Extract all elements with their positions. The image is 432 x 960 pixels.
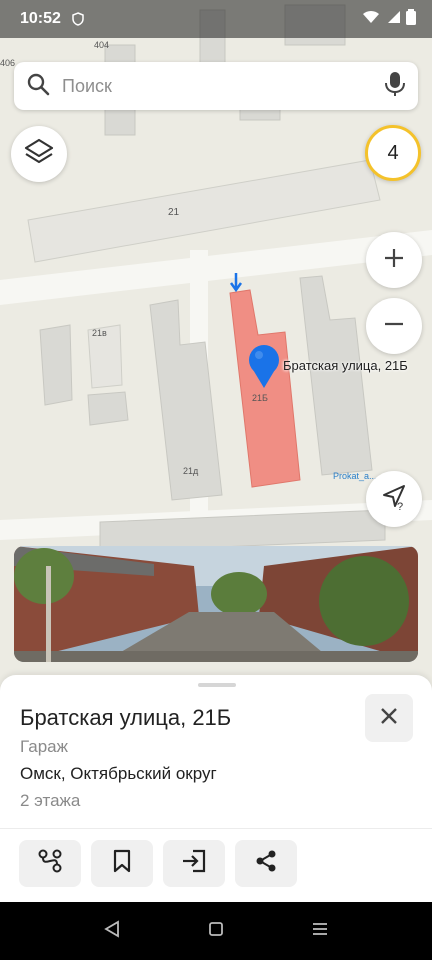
place-card: Братская улица, 21Б Гараж Омск, Октябрьс… (0, 675, 432, 902)
place-address: Омск, Октябрьский округ (20, 764, 217, 783)
route-icon (37, 848, 63, 879)
status-time: 10:52 (20, 10, 61, 27)
map-label-21v: 21в (92, 328, 107, 338)
battery-icon (406, 8, 416, 30)
plus-icon (383, 247, 405, 274)
system-nav-bar (0, 902, 432, 960)
zoom-out-button[interactable] (366, 298, 422, 354)
layers-button[interactable] (11, 126, 67, 182)
navigation-arrow-icon: ? (380, 483, 408, 516)
wifi-icon (362, 10, 380, 29)
map-label-406: 406 (0, 58, 16, 68)
layers-icon (24, 138, 54, 171)
shield-icon (71, 12, 85, 26)
search-input[interactable]: Поиск (62, 76, 384, 97)
minus-icon (383, 313, 405, 340)
svg-text:?: ? (397, 501, 403, 511)
map-label-404: 404 (94, 40, 110, 50)
bookmark-icon (112, 849, 132, 878)
map-label-21d: 21д (183, 466, 199, 476)
route-button[interactable] (19, 840, 81, 887)
pin-label: Братская улица, 21Б (283, 358, 408, 373)
map-poi-prokat[interactable]: Prokat_a... (333, 471, 377, 481)
share-button[interactable] (235, 840, 297, 887)
close-button[interactable] (365, 694, 413, 742)
close-icon (380, 707, 398, 730)
search-bar[interactable]: Поиск (14, 62, 418, 110)
sheet-grabber[interactable] (198, 683, 236, 687)
place-floors: 2 этажа (20, 791, 81, 810)
divider (0, 828, 432, 829)
street-photo-image (14, 546, 418, 662)
entrance-button[interactable] (163, 840, 225, 887)
map-label-21: 21 (168, 207, 180, 218)
home-icon[interactable] (208, 921, 224, 942)
locate-button[interactable]: ? (366, 471, 422, 527)
entrance-icon (181, 849, 207, 878)
zoom-in-button[interactable] (366, 232, 422, 288)
bookmark-button[interactable] (91, 840, 153, 887)
back-icon[interactable] (103, 919, 121, 943)
microphone-icon[interactable] (384, 71, 406, 102)
place-photo[interactable] (14, 546, 418, 662)
status-bar: 10:52 (0, 0, 432, 38)
map-label-21b: 21Б (252, 393, 268, 403)
signal-icon (386, 10, 400, 29)
place-title: Братская улица, 21Б (20, 705, 232, 730)
action-row (19, 840, 297, 887)
share-icon (254, 849, 278, 878)
traffic-level-button[interactable]: 4 (365, 125, 421, 181)
recents-icon[interactable] (311, 921, 329, 942)
search-icon (26, 72, 50, 101)
place-type: Гараж (20, 737, 68, 756)
